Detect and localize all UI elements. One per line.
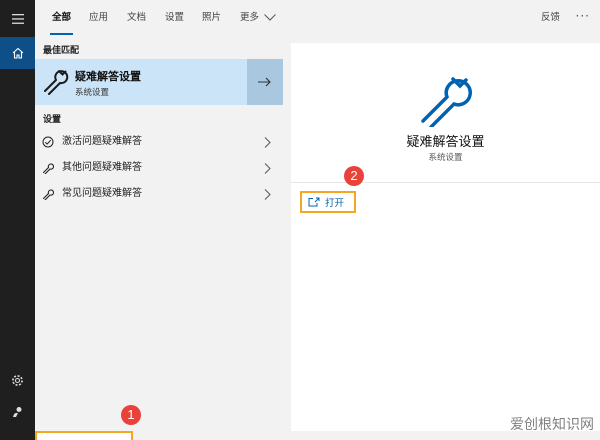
- hamburger-menu-icon[interactable]: [0, 3, 35, 35]
- best-match-header: 最佳匹配: [43, 46, 80, 56]
- expand-arrow-button[interactable]: [247, 59, 283, 105]
- user-icon[interactable]: [0, 396, 35, 428]
- tab-settings[interactable]: 设置: [165, 0, 184, 35]
- tab-more[interactable]: 更多: [240, 0, 276, 35]
- wrench-icon: [42, 163, 54, 174]
- chevron-down-icon: [264, 14, 276, 21]
- settings-header: 设置: [43, 115, 62, 125]
- wrench-icon: [44, 70, 69, 95]
- feedback-button[interactable]: 反馈: [541, 0, 560, 35]
- tab-documents[interactable]: 文档: [127, 0, 146, 35]
- chevron-right-icon: [264, 163, 271, 174]
- open-external-icon: [308, 197, 320, 207]
- open-button[interactable]: 打开: [300, 191, 356, 213]
- left-rail: [0, 0, 35, 440]
- detail-subtitle: 系统设置: [428, 153, 463, 163]
- best-match-item[interactable]: 疑难解答设置 系统设置: [35, 59, 283, 105]
- home-icon[interactable]: [0, 37, 35, 69]
- search-input[interactable]: [35, 431, 133, 440]
- tab-photos[interactable]: 照片: [202, 0, 221, 35]
- best-match-main[interactable]: 疑难解答设置 系统设置: [35, 59, 247, 105]
- list-item-common-troubleshoot[interactable]: 常见问题疑难解答: [35, 181, 283, 207]
- detail-pane: 疑难解答设置 系统设置 打开: [291, 43, 600, 431]
- wrench-icon: [42, 189, 54, 200]
- more-options-button[interactable]: ···: [576, 0, 590, 35]
- detail-title: 疑难解答设置: [406, 135, 485, 150]
- arrow-right-icon: [258, 77, 271, 87]
- open-button-label: 打开: [325, 198, 345, 209]
- search-scope-tabs: 全部 应用 文档 设置 照片 更多 反馈 ···: [35, 0, 600, 35]
- check-circle-icon: [42, 136, 54, 148]
- annotation-badge-1: 1: [121, 405, 141, 425]
- best-match-subtitle: 系统设置: [75, 88, 110, 98]
- tab-apps[interactable]: 应用: [89, 0, 108, 35]
- annotation-badge-2: 2: [344, 166, 364, 186]
- chevron-right-icon: [264, 189, 271, 200]
- best-match-title: 疑难解答设置: [75, 70, 141, 83]
- wrench-icon: [421, 77, 472, 127]
- gear-icon[interactable]: [0, 364, 35, 396]
- tab-all[interactable]: 全部: [49, 0, 74, 35]
- list-item-label: 激活问题疑难解答: [62, 136, 142, 147]
- list-item-label: 其他问题疑难解答: [62, 162, 142, 173]
- list-item-activation-troubleshoot[interactable]: 激活问题疑难解答: [35, 129, 283, 155]
- list-item-other-troubleshoot[interactable]: 其他问题疑难解答: [35, 155, 283, 181]
- watermark-text: 爱创根知识网: [510, 417, 594, 433]
- results-pane: 最佳匹配 疑难解答设置 系统设置 设置 激活问题疑难解答 其他问题疑难解答 常见…: [35, 35, 283, 431]
- list-item-label: 常见问题疑难解答: [62, 188, 142, 199]
- divider: [291, 182, 600, 183]
- chevron-right-icon: [264, 137, 271, 148]
